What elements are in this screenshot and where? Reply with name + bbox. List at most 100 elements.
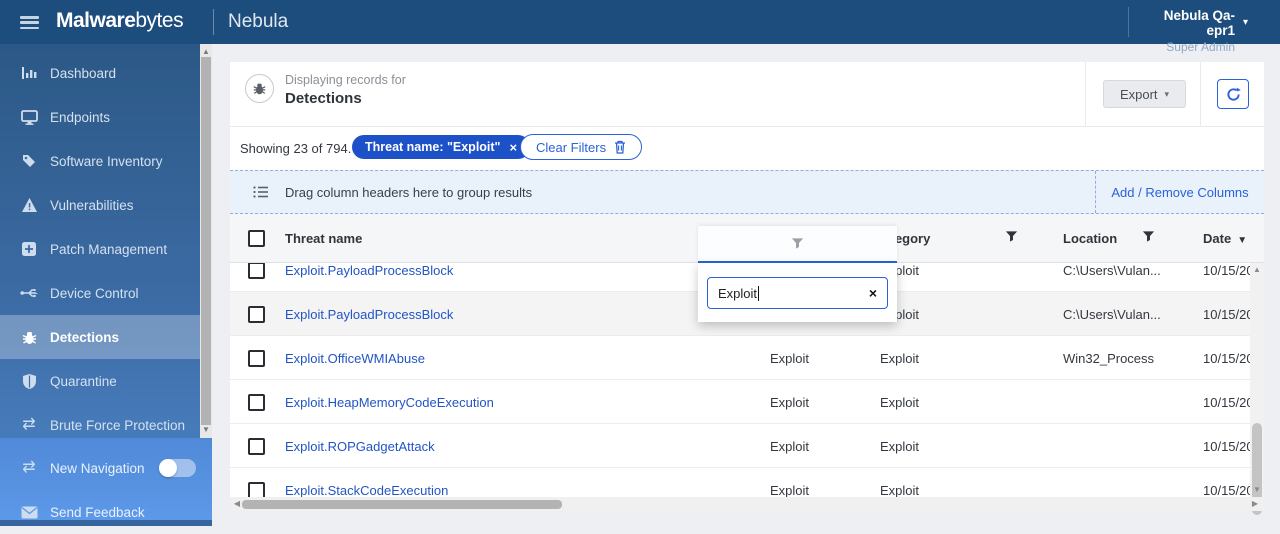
export-button[interactable]: Export ▾ [1103,80,1186,108]
column-header-date[interactable]: Date ▼ [1203,231,1247,246]
detections-panel: Displaying records for Detections Export… [230,62,1264,515]
group-list-icon [253,185,269,204]
sidebar-item-label: Send Feedback [50,504,145,520]
table-row[interactable]: Exploit.ROPGadgetAttack Exploit Exploit … [230,424,1264,468]
category-cell: Exploit [880,438,920,454]
showing-count: Showing 23 of 794. [240,141,352,156]
filter-chip-threat-name[interactable]: Threat name: "Exploit" × [352,135,531,159]
new-navigation-toggle[interactable] [158,459,196,477]
row-checkbox[interactable] [248,424,265,468]
scroll-up-icon[interactable]: ▲ [1250,263,1264,277]
threat-name-link[interactable]: Exploit.StackCodeExecution [285,468,448,498]
scroll-down-icon[interactable]: ▼ [200,424,212,436]
sidebar-footer: ⇄ New Navigation Send Feedback [0,438,212,526]
sidebar-item-label: Dashboard [50,65,117,81]
location-cell: Win32_Process [1063,350,1155,366]
column-header-location[interactable]: Location [1063,231,1117,246]
sidebar-item-label: Detections [50,329,120,345]
sidebar-item-label: Device Control [50,285,139,301]
swap-arrows-icon: ⇄ [22,416,36,433]
sidebar-item-label: Patch Management [50,241,168,257]
account-menu[interactable]: Nebula Qa-epr1 Super Admin [1140,8,1235,54]
category-cell: Exploit [880,482,920,498]
product-name: Nebula [228,11,289,32]
filter-input-value: Exploit [718,285,758,301]
account-divider [1128,7,1129,37]
table-row[interactable]: Exploit.StackCodeExecution Exploit Explo… [230,468,1264,497]
trash-icon [615,140,626,154]
sidebar-item-patch-management[interactable]: Patch Management [0,227,200,271]
scroll-right-icon[interactable]: ▶ [1248,497,1262,511]
category-cell: Exploit [880,350,920,366]
row-checkbox[interactable] [248,336,265,380]
row-checkbox[interactable] [248,468,265,497]
sort-desc-icon: ▼ [1237,235,1248,246]
threat-name-link[interactable]: Exploit.HeapMemoryCodeExecution [285,380,494,424]
type-cell: Exploit [770,350,810,366]
date-cell: 10/15/20 [1203,394,1254,410]
sidebar-item-software-inventory[interactable]: Software Inventory [0,139,200,183]
clear-filters-button[interactable]: Clear Filters [520,134,643,160]
envelope-icon [20,503,38,521]
column-header-threat-name[interactable]: Threat name [285,231,362,246]
select-all-checkbox[interactable] [248,230,265,247]
top-bar: Malwarebytes Nebula Nebula Qa-epr1 Super… [0,0,1280,54]
sidebar-item-send-feedback[interactable]: Send Feedback [0,490,212,534]
threat-name-link[interactable]: Exploit.ROPGadgetAttack [285,424,435,468]
type-cell: Exploit [770,394,810,410]
sidebar-item-vulnerabilities[interactable]: Vulnerabilities [0,183,200,227]
sidebar-item-device-control[interactable]: Device Control [0,271,200,315]
scroll-down-icon[interactable]: ▼ [1250,483,1264,497]
detections-bug-icon [245,74,274,103]
warning-triangle-icon [20,196,38,214]
close-icon[interactable]: × [510,140,518,155]
header-divider [1200,62,1201,126]
filter-funnel-icon [791,238,804,249]
sidebar-item-detections[interactable]: Detections [0,315,200,359]
type-cell: Exploit [770,438,810,454]
group-by-bar[interactable]: Drag column headers here to group result… [230,170,1264,214]
sidebar-item-label: Software Inventory [50,153,163,169]
sidebar-item-quarantine[interactable]: Quarantine [0,359,200,403]
clear-input-icon[interactable]: × [869,285,877,301]
sidebar-scrollbar[interactable]: ▲ ▼ [200,44,212,438]
threat-name-link[interactable]: Exploit.OfficeWMIAbuse [285,336,425,380]
filter-funnel-icon-category[interactable] [1005,230,1018,248]
filter-funnel-icon-location[interactable] [1142,230,1155,248]
table-row[interactable]: Exploit.HeapMemoryCodeExecution Exploit … [230,380,1264,424]
row-checkbox[interactable] [248,263,265,292]
export-label: Export [1119,86,1158,102]
table-row[interactable]: Exploit.OfficeWMIAbuse Exploit Exploit W… [230,336,1264,380]
date-cell: 10/15/20 [1203,306,1254,322]
refresh-icon [1226,87,1241,101]
date-cell: 10/15/20 [1203,350,1254,366]
chevron-down-icon: ▾ [1164,88,1170,99]
horizontal-scrollbar-thumb[interactable] [242,499,562,509]
table-horizontal-scrollbar[interactable]: ◀ ▶ [230,497,1264,511]
date-label: Date [1203,231,1232,246]
page-title: Detections [285,90,362,107]
add-remove-columns-link[interactable]: Add / Remove Columns [1095,171,1264,213]
clear-filters-label: Clear Filters [536,139,607,155]
malwarebytes-logo: Malwarebytes [56,9,184,33]
row-checkbox[interactable] [248,292,265,336]
brand-bold: Malware [56,9,136,32]
column-filter-input[interactable]: Exploit × [707,277,888,309]
tags-icon [20,152,38,170]
sidebar-item-new-navigation[interactable]: ⇄ New Navigation [0,446,212,490]
account-name: Nebula Qa-epr1 [1163,8,1235,38]
refresh-button[interactable] [1217,79,1249,109]
sidebar-item-dashboard[interactable]: Dashboard [0,51,200,95]
hamburger-menu-icon[interactable] [20,16,39,29]
threat-name-link[interactable]: Exploit.PayloadProcessBlock [285,292,453,336]
sidebar-item-endpoints[interactable]: Endpoints [0,95,200,139]
sidebar-item-label: Brute Force Protection [50,417,186,433]
row-checkbox[interactable] [248,380,265,424]
table-vertical-scrollbar[interactable]: ▲ ▼ [1250,263,1264,515]
date-cell: 10/15/20 [1203,482,1254,498]
threat-name-link[interactable]: Exploit.PayloadProcessBlock [285,263,453,292]
sidebar-scrollbar-thumb[interactable] [201,57,211,425]
swap-arrows-icon: ⇄ [22,459,36,476]
chevron-down-icon[interactable]: ▾ [1243,17,1248,28]
column-filter-header-cell[interactable] [698,226,897,263]
